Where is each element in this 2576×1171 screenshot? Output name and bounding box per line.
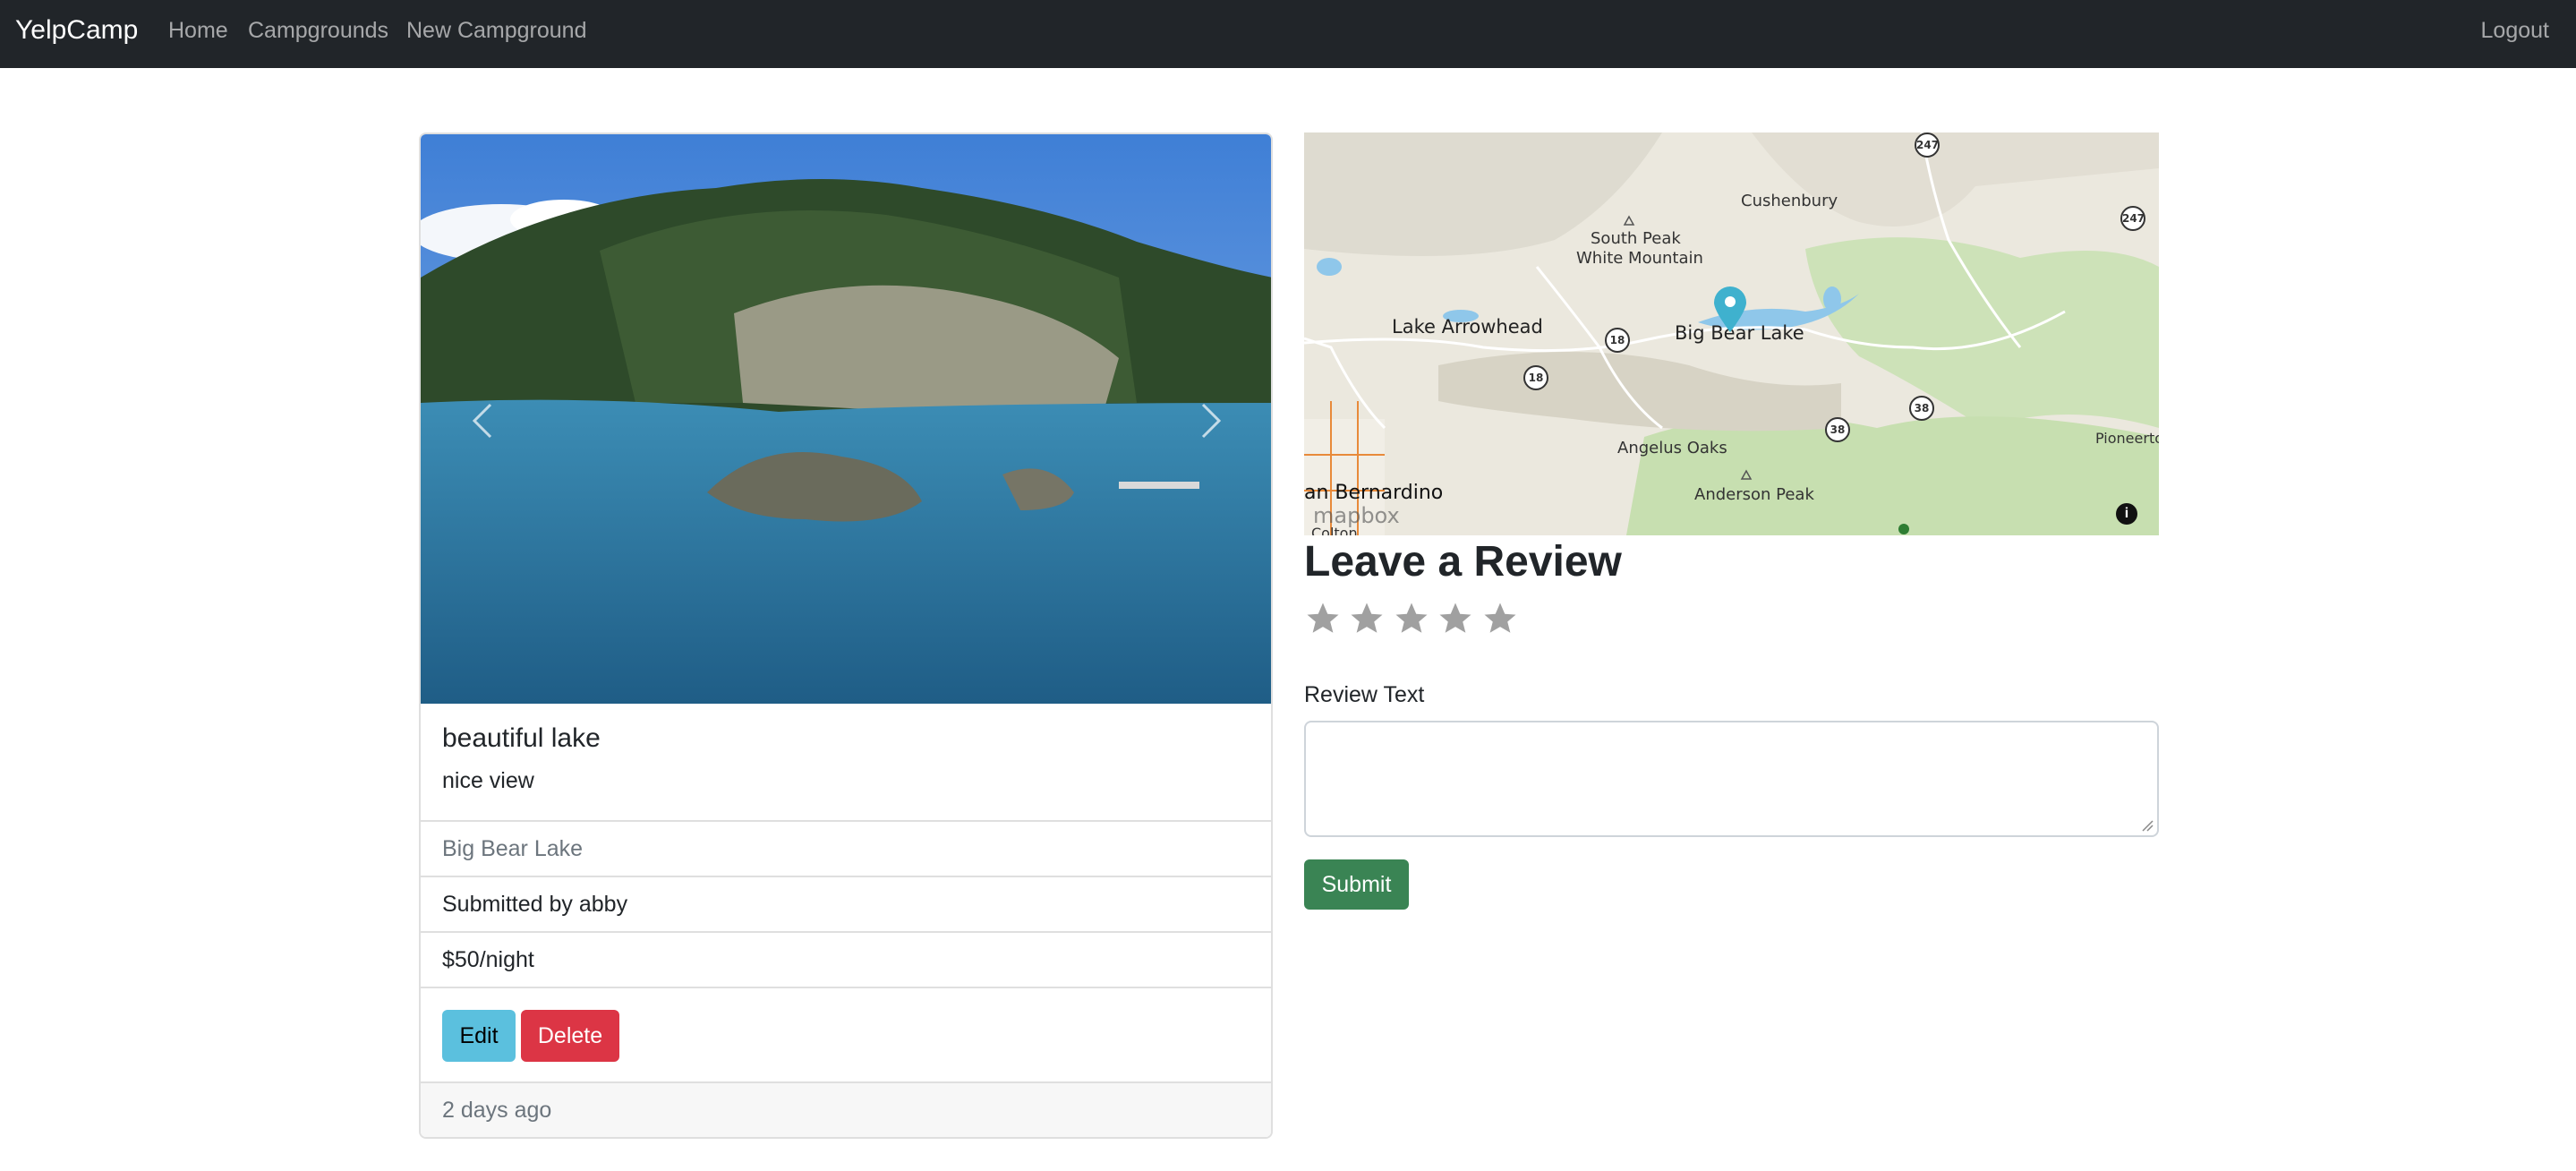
route-shield-247: 247 [2120,206,2145,231]
edit-button[interactable]: Edit [442,1010,516,1062]
card-footer: 2 days ago [421,1083,1271,1137]
card-body: beautiful lake nice view [421,704,1271,822]
map[interactable]: Cushenbury South Peak White Mountain Lak… [1304,132,2159,535]
delete-button[interactable]: Delete [521,1010,619,1062]
carousel-next-icon[interactable] [1183,394,1237,448]
nav-campgrounds-link[interactable]: Campgrounds [248,17,388,44]
card-actions: Edit Delete [421,988,1271,1083]
carousel-prev-icon[interactable] [456,394,510,448]
campground-author: Submitted by abby [442,892,628,917]
navbar: YelpCamp Home Campgrounds New Campground… [0,0,2576,68]
map-label-south-peak: South Peak [1591,229,1681,248]
nav-new-campground-link[interactable]: New Campground [406,17,587,44]
map-label-anderson-peak: Anderson Peak [1694,485,1814,504]
map-pin-icon[interactable] [1712,285,1748,333]
route-shield-38: 38 [1909,396,1934,421]
map-label-lake-arrowhead: Lake Arrowhead [1392,316,1543,338]
list-item-author: Submitted by abby [421,877,1271,933]
list-item-location: Big Bear Lake [421,822,1271,877]
map-label-white-mountain: White Mountain [1576,249,1703,268]
campground-title: beautiful lake [442,723,601,753]
star-icon[interactable] [1393,598,1430,639]
review-heading: Leave a Review [1304,538,1622,586]
route-shield-38: 38 [1825,417,1850,442]
route-shield-247: 247 [1915,132,1940,158]
map-label-pioneertown: Pioneerto [2095,430,2159,447]
map-label-san-bernardino: an Bernardino [1304,482,1444,504]
star-icon[interactable] [1348,598,1386,639]
star-rating[interactable] [1304,598,1522,643]
submit-button[interactable]: Submit [1304,859,1409,910]
image-carousel [421,134,1271,704]
star-icon[interactable] [1437,598,1474,639]
nav-home-link[interactable]: Home [168,17,228,44]
route-shield-18: 18 [1605,328,1630,353]
brand-logo[interactable]: YelpCamp [15,14,138,47]
campground-card: beautiful lake nice view Big Bear Lake S… [419,132,1273,1139]
review-text-field[interactable] [1304,721,2159,837]
review-text-label: Review Text [1304,682,1425,707]
resize-handle-icon[interactable] [2141,819,2154,832]
map-label-cushenbury: Cushenbury [1741,192,1838,210]
mapbox-logo: mapbox [1313,503,1400,528]
campground-location: Big Bear Lake [442,836,584,861]
campground-image [421,134,1271,704]
posted-time: 2 days ago [442,1098,552,1123]
campground-price: $50/night [442,947,534,972]
info-icon[interactable]: i [2116,503,2137,525]
star-icon[interactable] [1481,598,1519,639]
nav-logout-link[interactable]: Logout [2481,17,2549,44]
star-icon[interactable] [1304,598,1342,639]
route-shield-18: 18 [1523,365,1548,390]
map-label-angelus-oaks: Angelus Oaks [1617,439,1727,457]
campground-description: nice view [442,768,534,793]
list-item-price: $50/night [421,933,1271,988]
